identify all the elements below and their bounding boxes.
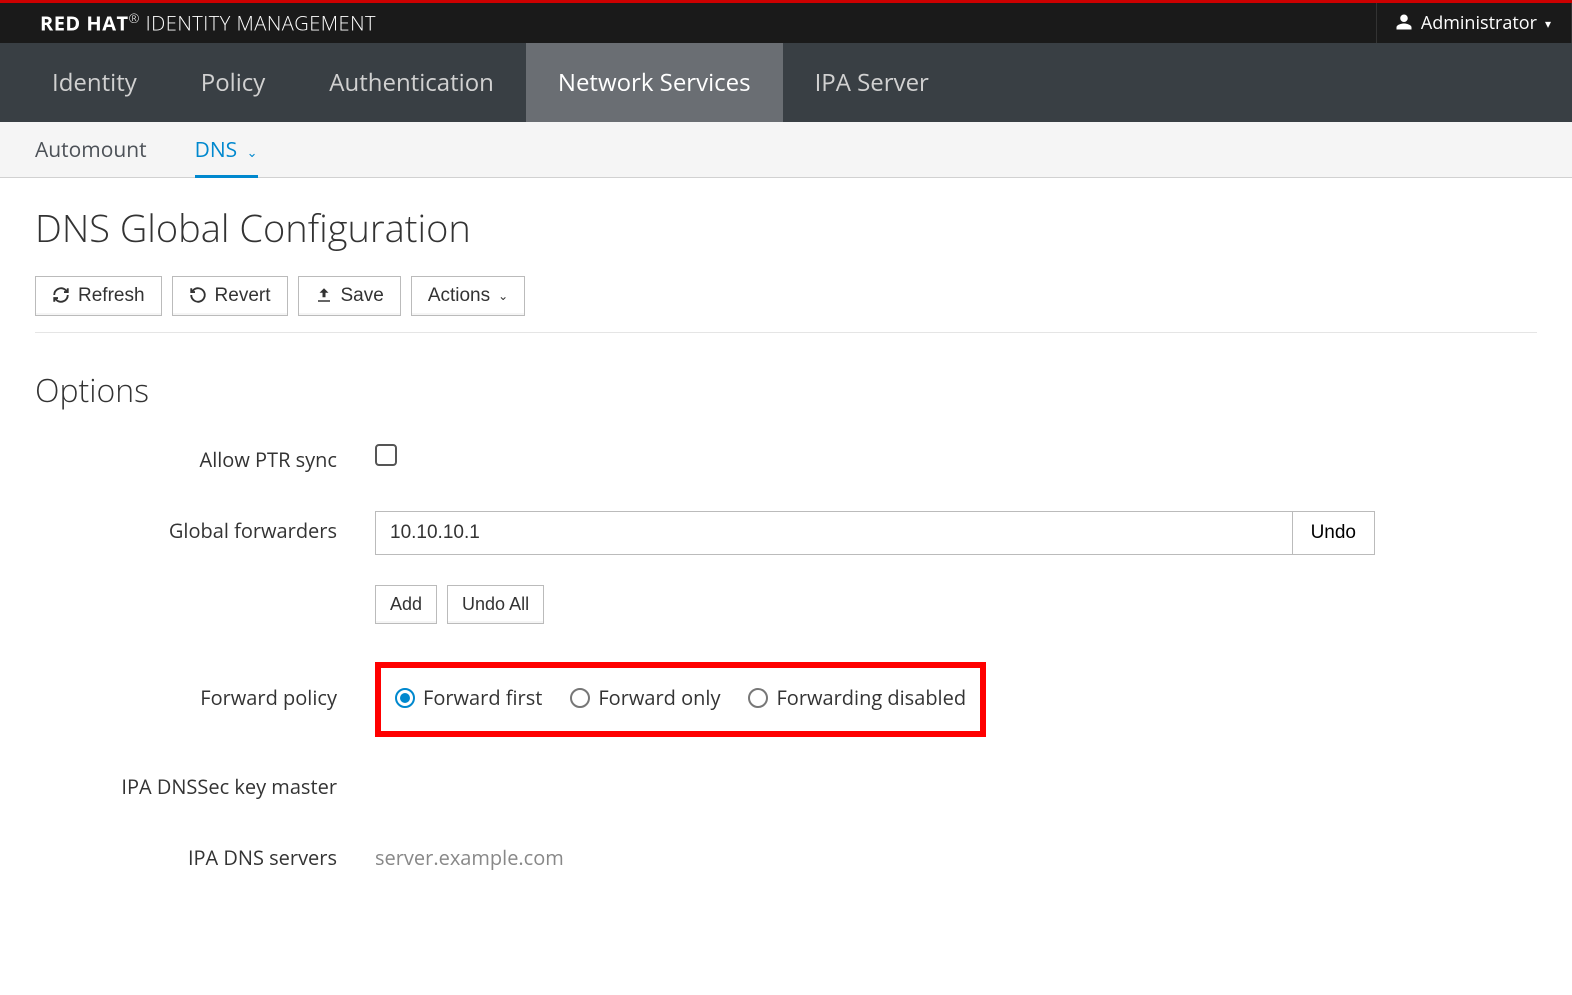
upload-icon [315,286,333,307]
user-name: Administrator [1421,11,1537,35]
label-global-forwarders: Global forwarders [35,511,375,544]
nav-identity[interactable]: Identity [20,43,169,122]
refresh-button[interactable]: Refresh [35,276,162,316]
row-global-forwarders: Global forwarders Undo Add Undo All [35,511,1537,624]
label-allow-ptr-sync: Allow PTR sync [35,440,375,473]
save-button[interactable]: Save [298,276,401,316]
radio-icon [395,688,415,708]
undo-forwarder-button[interactable]: Undo [1293,511,1375,555]
row-dns-servers: IPA DNS servers server.example.com [35,838,1537,871]
actions-button[interactable]: Actions ⌄ [411,276,525,316]
main-nav: Identity Policy Authentication Network S… [0,43,1572,122]
toolbar: Refresh Revert Save Actions ⌄ [35,276,1537,333]
revert-button[interactable]: Revert [172,276,288,316]
masthead: RED HAT® IDENTITY MANAGEMENT Administrat… [0,3,1572,43]
radio-icon [748,688,768,708]
nav-ipa-server[interactable]: IPA Server [783,43,961,122]
section-title: Options [35,369,1537,412]
radio-forward-first[interactable]: Forward first [395,684,542,711]
chevron-down-icon: ⌄ [498,289,508,303]
revert-icon [189,286,207,307]
forwarder-input[interactable] [375,511,1293,555]
radio-forward-only[interactable]: Forward only [570,684,720,711]
user-menu[interactable]: Administrator ▾ [1376,3,1551,43]
sub-nav: Automount DNS ⌄ [0,122,1572,178]
subnav-automount[interactable]: Automount [35,122,147,178]
label-dnssec-key-master: IPA DNSSec key master [35,767,375,800]
chevron-down-icon: ▾ [1545,15,1551,32]
page-title: DNS Global Configuration [35,202,1537,254]
value-dns-servers: server.example.com [375,838,1375,871]
brand-logo: RED HAT® IDENTITY MANAGEMENT [40,9,376,37]
brand-product: IDENTITY MANAGEMENT [146,10,376,37]
brand-red: RED [40,10,81,37]
refresh-icon [52,286,70,307]
checkbox-allow-ptr-sync[interactable] [375,444,397,466]
radio-icon [570,688,590,708]
row-dnssec-key-master: IPA DNSSec key master [35,767,1537,800]
content-area: DNS Global Configuration Refresh Revert … [0,178,1572,895]
brand-hat: HAT [86,10,128,37]
label-dns-servers: IPA DNS servers [35,838,375,871]
user-icon [1395,11,1413,35]
forwarder-input-group: Undo [375,511,1375,555]
nav-authentication[interactable]: Authentication [297,43,526,122]
forward-policy-highlight: Forward first Forward only Forwarding di… [375,662,986,737]
add-forwarder-button[interactable]: Add [375,585,437,624]
undo-all-button[interactable]: Undo All [447,585,544,624]
chevron-down-icon: ⌄ [247,143,258,161]
subnav-dns[interactable]: DNS ⌄ [195,122,258,178]
nav-network-services[interactable]: Network Services [526,43,783,122]
value-dnssec-key-master [375,767,1375,773]
label-forward-policy: Forward policy [35,662,375,711]
radio-forwarding-disabled[interactable]: Forwarding disabled [748,684,966,711]
row-allow-ptr-sync: Allow PTR sync [35,440,1537,473]
nav-policy[interactable]: Policy [169,43,298,122]
row-forward-policy: Forward policy Forward first Forward onl… [35,662,1537,737]
